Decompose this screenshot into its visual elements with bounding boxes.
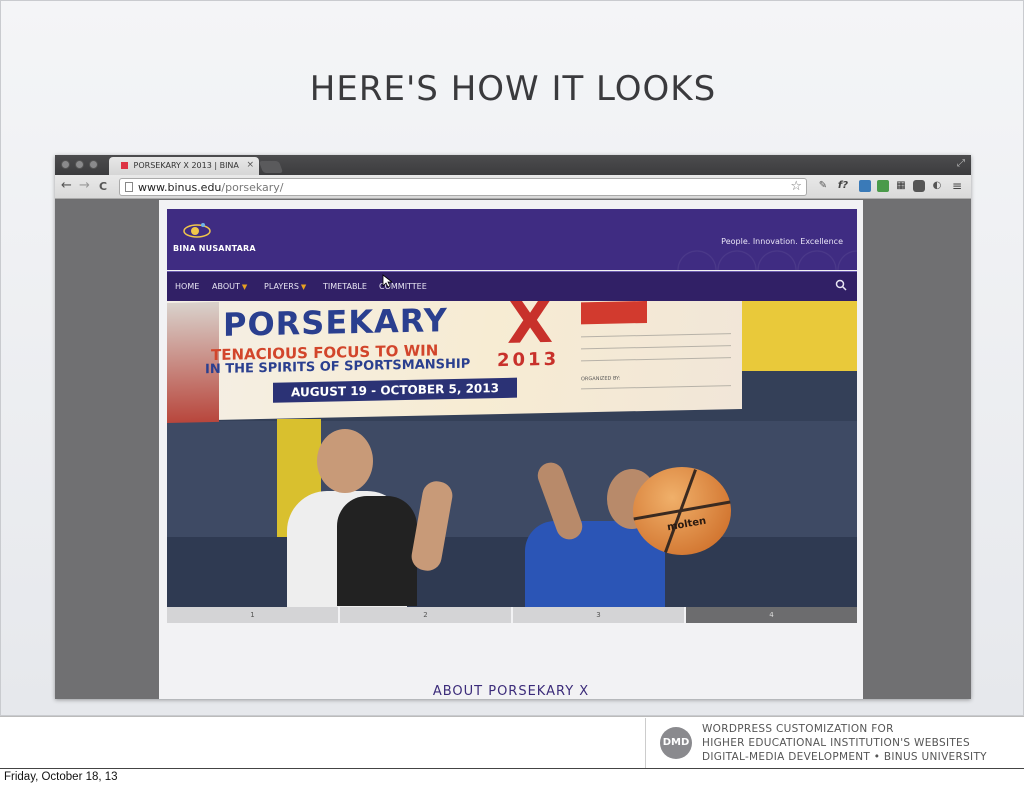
extension-f-icon[interactable]: f? (837, 180, 849, 192)
url-host: www.binus.edu (138, 181, 222, 194)
browser-tab-title: PORSEKARY X 2013 | BINA (133, 161, 239, 170)
browser-toolbar: ← → C www.binus.edu/porsekary/ ☆ ✎ f? ▦ … (55, 175, 971, 199)
chevron-down-icon: ▼ (300, 283, 307, 291)
footer-line-3: Digital-Media Development • BINUS Univer… (702, 751, 987, 763)
page-icon (125, 182, 133, 192)
search-icon[interactable] (835, 279, 847, 291)
window-minimize-button[interactable] (75, 160, 84, 169)
browser-tabbar: PORSEKARY X 2013 | BINA × ⤢ (55, 155, 971, 175)
browser-menu-icon[interactable]: ≡ (951, 180, 963, 192)
hero-banner: PORSEKARY X TENACIOUS FOCUS TO WIN IN TH… (167, 301, 742, 423)
footer-date: Friday, October 18, 13 (4, 771, 118, 783)
logo-text[interactable]: BINA NUSANTARA (173, 244, 256, 253)
extension-pocket-icon[interactable] (913, 180, 925, 192)
address-bar[interactable]: www.binus.edu/porsekary/ ☆ (119, 178, 807, 196)
slider-page-2[interactable]: 2 (340, 607, 511, 623)
chevron-down-icon: ▼ (241, 283, 248, 291)
banner-organized: ORGANIZED BY: (581, 375, 621, 383)
binus-logo-icon[interactable] (183, 219, 211, 241)
browser-tab[interactable]: PORSEKARY X 2013 | BINA × (109, 157, 259, 175)
mouse-cursor-icon (382, 274, 392, 288)
site-header: BINA NUSANTARA People. Innovation. Excel… (167, 209, 857, 270)
fullscreen-icon[interactable]: ⤢ (957, 158, 965, 169)
favicon-icon (121, 162, 128, 169)
url-path: /porsekary/ (221, 181, 284, 194)
nav-item-timetable[interactable]: TIMETABLE (323, 282, 367, 291)
banner-year: 2013 (497, 348, 560, 372)
site-nav: HOME ABOUT ▼ PLAYERS ▼ TIMETABLE COMMITTEE (167, 271, 857, 301)
slider-page-4[interactable]: 4 (686, 607, 857, 623)
website: BINA NUSANTARA People. Innovation. Excel… (159, 200, 863, 699)
browser-window: PORSEKARY X 2013 | BINA × ⤢ ← → C www.bi… (55, 155, 971, 699)
footer-line-2: Higher Educational Institution's Website… (702, 737, 970, 749)
forward-button[interactable]: → (79, 179, 90, 193)
slide-title: HERE'S HOW IT LOOKS (309, 69, 717, 109)
site-tagline: People. Innovation. Excellence (721, 237, 843, 246)
slide: HERE'S HOW IT LOOKS PORSEKARY X 2013 | B… (0, 0, 1024, 716)
extension-evernote-icon[interactable] (877, 180, 889, 192)
page-viewport: BINA NUSANTARA People. Innovation. Excel… (55, 200, 971, 699)
tab-close-icon[interactable]: × (246, 160, 254, 170)
dmd-logo: DMD (660, 727, 692, 759)
nav-item-players[interactable]: PLAYERS ▼ (264, 282, 306, 291)
banner-title: PORSEKARY (223, 301, 448, 344)
extension-screen-icon[interactable] (859, 180, 871, 192)
nav-item-home[interactable]: HOME (175, 282, 199, 291)
extension-toggle-icon[interactable]: ◐ (931, 180, 943, 192)
basketball-image (633, 467, 731, 555)
banner-dates: AUGUST 19 - OCTOBER 5, 2013 (273, 377, 517, 403)
slider-page-1[interactable]: 1 (167, 607, 338, 623)
slider-pager: 1 2 3 4 (167, 607, 857, 623)
extension-grid-icon[interactable]: ▦ (895, 180, 907, 192)
window-close-button[interactable] (61, 160, 70, 169)
new-tab-button[interactable] (258, 161, 284, 173)
back-button[interactable]: ← (61, 179, 72, 193)
banner-red-label (581, 301, 647, 325)
bookmark-star-icon[interactable]: ☆ (790, 179, 802, 194)
reload-button[interactable]: C (99, 180, 107, 194)
window-zoom-button[interactable] (89, 160, 98, 169)
hero-slider[interactable]: PORSEKARY X TENACIOUS FOCUS TO WIN IN TH… (167, 301, 857, 607)
slider-page-3[interactable]: 3 (513, 607, 684, 623)
nav-item-about[interactable]: ABOUT ▼ (212, 282, 247, 291)
footer-line-1: WordPress Customization for (702, 723, 894, 735)
eyedropper-icon[interactable]: ✎ (817, 180, 829, 192)
about-heading: ABOUT PORSEKARY X (432, 684, 590, 699)
footer-text: WordPress Customization for Higher Educa… (702, 722, 987, 764)
